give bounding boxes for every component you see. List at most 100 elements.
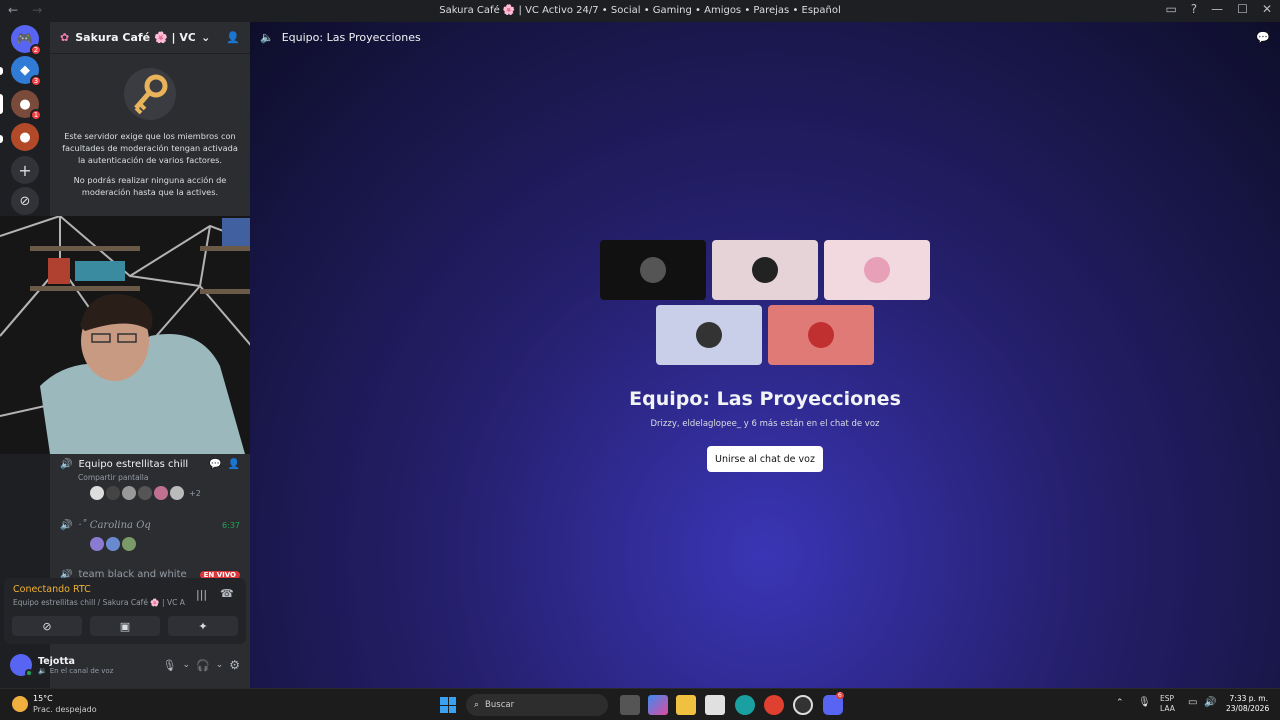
status-dot (25, 669, 33, 677)
file-explorer-icon[interactable] (676, 695, 696, 715)
voice-activity-icon[interactable]: ||| (196, 588, 207, 601)
user-status: En el canal de voz (49, 666, 114, 675)
avatar[interactable] (10, 654, 33, 677)
clock[interactable]: 7:33 p. m. 23/08/2026 (1226, 694, 1269, 714)
notification-badge: 1 (30, 109, 42, 121)
rtc-location[interactable]: Equipo estrellitas chill / Sakura Café 🌸… (13, 598, 185, 607)
cube-icon: ◆ (20, 62, 30, 78)
server-header[interactable]: ✿ Sakura Café 🌸 | VC Acti... ⌄ 👤 (50, 22, 250, 54)
participant-avatars: +2 (54, 486, 246, 500)
language-indicator[interactable]: ESP LAA (1160, 694, 1175, 714)
unread-indicator (0, 67, 3, 75)
microphone-icon[interactable]: 🎙 (1138, 697, 1151, 708)
lang-secondary: LAA (1160, 704, 1175, 713)
chevron-down-icon[interactable]: ⌄ (182, 660, 190, 670)
server-icon-sakura[interactable]: ● 1 (11, 90, 42, 121)
speaker-icon: 🔉 (38, 666, 47, 675)
voice-channel-title: Equipo: Las Proyecciones (629, 388, 901, 410)
key-icon (120, 64, 180, 124)
invite-icon[interactable]: 👤 (228, 459, 240, 470)
microphone-icon[interactable]: 🎙 (162, 659, 176, 672)
maximize-button[interactable]: ☐ (1237, 2, 1248, 16)
mfa-text-secondary: No podrás realizar ninguna acción de mod… (73, 175, 227, 197)
explore-servers-button[interactable]: ⊘ (11, 187, 39, 215)
chat-icon[interactable]: 💬 (209, 459, 221, 470)
inbox-icon[interactable]: ▭ (1165, 2, 1176, 16)
plus-icon: + (18, 160, 32, 180)
channel-subtext: Compartir pantalla (78, 473, 149, 482)
user-panel: Tejotta 🔉 En el canal de voz 🎙 ⌄ 🎧 ⌄ ⚙ (4, 646, 246, 684)
extra-count: +2 (189, 488, 201, 498)
mfa-notice: Este servidor exige que los miembros con… (50, 54, 250, 208)
screen-share-icon: ▣ (119, 619, 131, 633)
store-icon[interactable] (705, 695, 725, 715)
chevron-down-icon[interactable]: ⌄ (216, 660, 224, 670)
participant-tile[interactable] (712, 240, 818, 300)
server-name: Sakura Café 🌸 | VC Acti... (75, 31, 196, 44)
chrome-icon[interactable] (764, 695, 784, 715)
compass-icon: ⊘ (19, 193, 31, 209)
channel-title: Equipo: Las Proyecciones (281, 30, 421, 44)
voice-channel-view: 🔈 Equipo: Las Proyecciones 💬 Equipo: Las… (250, 22, 1280, 688)
unread-indicator (0, 135, 3, 143)
channel-header: 🔈 Equipo: Las Proyecciones 💬 (250, 22, 1280, 52)
start-button[interactable] (440, 697, 456, 713)
edge-icon[interactable] (735, 695, 755, 715)
close-button[interactable]: ✕ (1262, 2, 1272, 16)
participant-tile[interactable] (656, 305, 762, 365)
avatar: ● (19, 129, 31, 145)
join-voice-button[interactable]: Unirse al chat de voz (707, 446, 823, 472)
avatar (696, 322, 722, 348)
participant-tile[interactable] (824, 240, 930, 300)
avatar (864, 257, 890, 283)
avatar (640, 257, 666, 283)
network-icon[interactable]: ▭ (1188, 697, 1197, 708)
activities-button[interactable]: ✦ (168, 616, 238, 636)
task-view-icon[interactable] (620, 695, 640, 715)
minimize-button[interactable]: — (1211, 2, 1223, 16)
weather-temp: 15°C (33, 694, 53, 703)
chevron-up-icon[interactable]: ⌃ (1116, 698, 1124, 708)
speaker-icon: 🔊 (60, 459, 73, 470)
add-server-button[interactable]: + (11, 156, 39, 184)
participant-tile[interactable] (768, 305, 874, 365)
camera-button[interactable]: ⊘ (12, 616, 82, 636)
mfa-text: Este servidor exige que los miembros con… (62, 131, 238, 165)
volume-icon[interactable]: 🔊 (1204, 697, 1216, 708)
weather-icon[interactable] (12, 696, 28, 712)
avatar: ● (19, 96, 31, 112)
rtc-status: Conectando RTC (13, 584, 91, 595)
disconnect-icon[interactable]: ☎ (220, 587, 234, 600)
search-placeholder: Buscar (485, 700, 515, 710)
headphones-icon[interactable]: 🎧 (196, 659, 210, 672)
server-icon-blue[interactable]: ◆ 3 (11, 56, 42, 87)
server-icon-red[interactable]: ● (11, 123, 39, 151)
voice-channel-subtitle: Drizzy, eldelaglopee_ y 6 más están en e… (650, 419, 880, 429)
username: Tejotta (38, 655, 75, 667)
help-icon[interactable]: ? (1191, 2, 1197, 16)
chat-icon[interactable]: 💬 (1256, 31, 1270, 44)
voice-connection-panel: Conectando RTC Equipo estrellitas chill … (4, 578, 246, 644)
title-bar: ← → Sakura Café 🌸 | VC Activo 24/7 • Soc… (0, 0, 1280, 22)
voice-channel[interactable]: 🔊 Equipo estrellitas chill 💬 👤 Compartir… (54, 459, 246, 500)
search-box[interactable]: ⌕ Buscar (466, 694, 608, 716)
notification-badge: 2 (30, 44, 42, 56)
window-title: Sakura Café 🌸 | VC Activo 24/7 • Social … (439, 5, 841, 16)
gear-icon[interactable]: ⚙ (229, 658, 240, 672)
discord-home-button[interactable]: 🎮 2 (11, 25, 42, 56)
selected-indicator (0, 94, 3, 114)
channel-name: ·˚ Carolina Oq (78, 520, 151, 531)
camera-off-icon: ⊘ (42, 619, 52, 633)
speaker-icon: 🔈 (260, 30, 274, 44)
chevron-down-icon: ⌄ (201, 31, 211, 44)
invite-people-icon[interactable]: 👤 (226, 31, 240, 44)
screen-share-button[interactable]: ▣ (90, 616, 160, 636)
obs-icon[interactable] (793, 695, 813, 715)
copilot-icon[interactable] (648, 695, 668, 715)
voice-channel[interactable]: 🔊 ·˚ Carolina Oq 6:37 (54, 520, 246, 551)
search-icon: ⌕ (474, 700, 480, 710)
avatar (808, 322, 834, 348)
participant-tile[interactable] (600, 240, 706, 300)
notification-badge: 3 (30, 75, 42, 87)
lang-primary: ESP (1160, 694, 1175, 703)
